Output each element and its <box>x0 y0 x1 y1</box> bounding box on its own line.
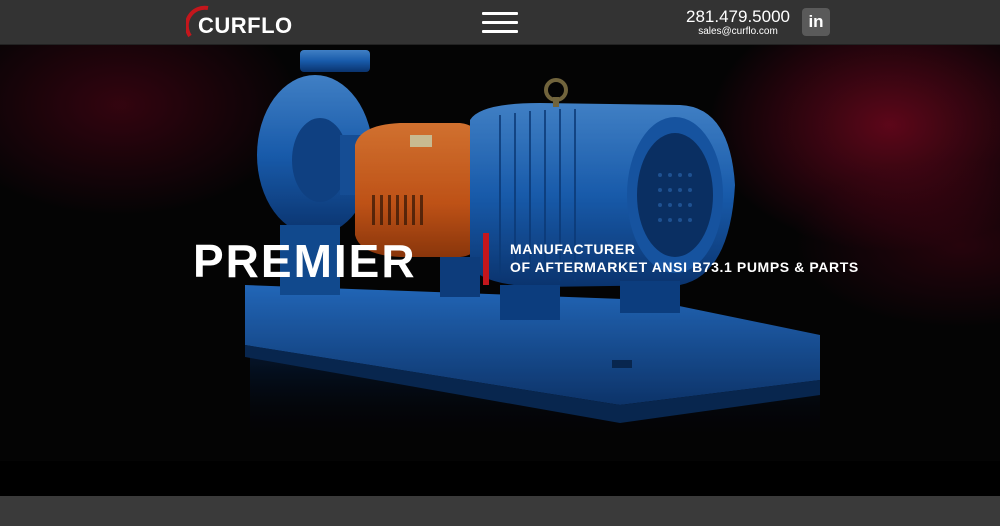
hero-tagline: MANUFACTURER OF AFTERMARKET ANSI B73.1 P… <box>510 240 859 276</box>
hero-headline: PREMIER <box>193 235 417 287</box>
hamburger-menu-icon[interactable] <box>482 12 518 34</box>
email-link[interactable]: sales@curflo.com <box>686 26 790 38</box>
tagline-line-1: MANUFACTURER <box>510 241 636 257</box>
linkedin-icon[interactable]: in <box>802 8 830 36</box>
contact-info: 281.479.5000 sales@curflo.com <box>686 7 790 38</box>
site-header: CURFLO 281.479.5000 sales@curflo.com in <box>0 0 1000 45</box>
headline-divider <box>483 233 489 285</box>
hero-banner: PREMIER MANUFACTURER OF AFTERMARKET ANSI… <box>0 45 1000 461</box>
hero-bottom-band <box>0 461 1000 496</box>
phone-link[interactable]: 281.479.5000 <box>686 7 790 26</box>
logo-text: CURFLO <box>198 13 293 38</box>
section-strip <box>0 496 1000 526</box>
curflo-logo[interactable]: CURFLO <box>186 4 296 40</box>
tagline-line-2: OF AFTERMARKET ANSI B73.1 PUMPS & PARTS <box>510 259 859 275</box>
